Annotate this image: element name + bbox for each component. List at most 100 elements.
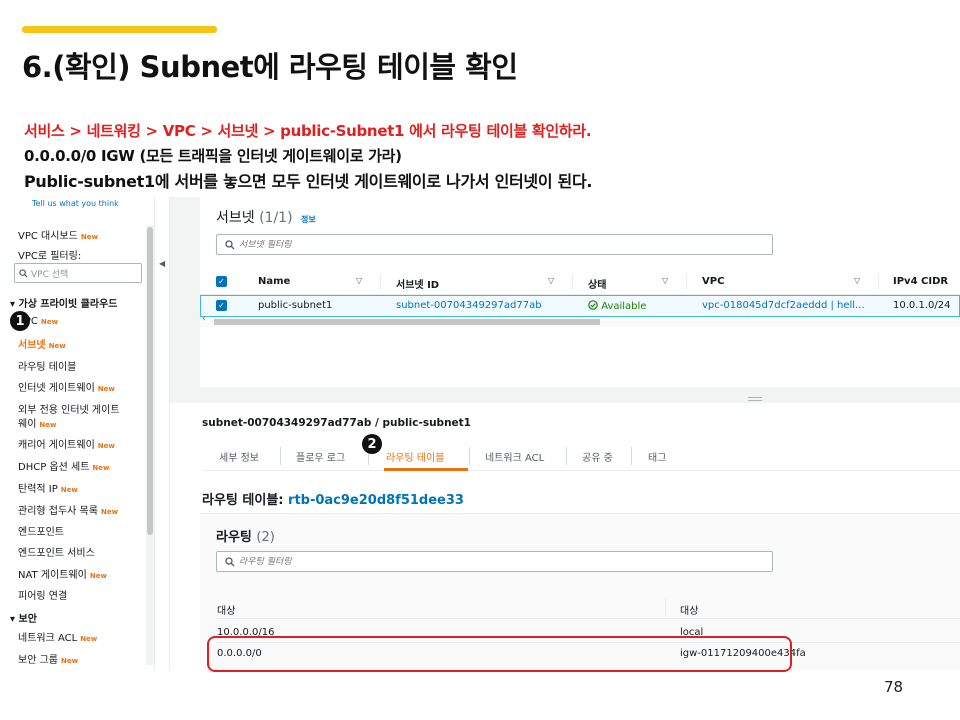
info-link[interactable]: 정보 [301,215,316,224]
sidebar-item-nat-gateways[interactable]: NAT 게이트웨이 New [18,566,107,581]
sidebar-item-carrier-gateways[interactable]: 캐리어 게이트웨이 New [18,436,115,451]
vpc-filter-label: VPC로 필터링: [18,251,82,262]
sort-icon[interactable]: ▽ [662,276,668,285]
sidebar-item-subnets[interactable]: 서브넷 New [18,336,66,351]
tab-details[interactable]: 세부 정보 [219,449,259,464]
vpc-select[interactable]: VPC 선택 [14,263,142,283]
sidebar-item-network-acls[interactable]: 네트워크 ACL New [18,629,97,644]
routes-title: 라우팅 [216,530,252,545]
column-header-vpc[interactable]: VPC [702,276,724,287]
table-row[interactable]: ✓ public-subnet1 subnet-00704349297ad77a… [200,295,960,317]
sidebar-item-vpc-dashboard[interactable]: VPC 대시보드 New [18,227,98,242]
cell-status: Available [588,300,646,312]
sidebar-item-label: 인터넷 게이트웨이 [18,383,95,394]
cell-name: public-subnet1 [258,300,333,311]
column-divider [686,274,687,290]
new-badge: New [97,442,115,450]
new-badge: New [80,233,98,241]
tab-flow-logs[interactable]: 플로우 로그 [296,449,345,464]
subnets-panel: 서브넷 (1/1) 정보 ✓ Name ▽ 서브넷 ID ▽ 상태 ▽ VPC … [200,197,960,387]
cell-subnet-id[interactable]: subnet-00704349297ad77ab [396,300,542,311]
sidebar-scrollbar[interactable] [146,225,154,665]
column-divider [380,274,381,290]
horizontal-scrollbar[interactable]: ‹ [200,314,960,327]
search-icon [225,556,235,566]
tab-separator [631,447,632,465]
sidebar-item-managed-prefix-lists[interactable]: 관리형 접두사 목록 New [18,502,118,517]
route-search-box[interactable] [216,551,773,572]
scroll-left-icon[interactable]: ‹ [202,314,206,324]
tab-sharing[interactable]: 공유 중 [582,449,613,464]
section-label: 보안 [18,614,37,625]
header-divider [216,618,960,619]
sidebar-item-label: 웨이 [18,419,37,430]
sort-icon[interactable]: ▽ [854,276,860,285]
route-table-heading: 라우팅 테이블: rtb-0ac9e20d8f51dee33 [202,489,464,508]
sidebar-item-label: 관리형 접두사 목록 [18,506,98,517]
sidebar-item-label: 보안 그룹 [18,655,58,666]
subnet-search-input[interactable] [239,239,539,250]
section-virtual-private-cloud[interactable]: ▾ 가상 프라이빗 클라우드 [10,295,117,310]
column-header-target[interactable]: 대상 [680,602,698,617]
column-header-ipv4-cidr[interactable]: IPv4 CIDR [893,276,948,287]
sidebar-item-egress-only-gateways[interactable]: 외부 전용 인터넷 게이트 [18,401,120,416]
sort-icon[interactable]: ▽ [356,276,362,285]
new-badge: New [92,464,110,472]
vpc-select-placeholder: VPC 선택 [31,269,69,280]
tab-tags[interactable]: 태그 [648,449,666,464]
sidebar-item-egress-only-gateways-cont[interactable]: 웨이 New [18,415,56,430]
sidebar-item-endpoints[interactable]: 엔드포인트 [18,523,64,538]
sidebar-item-internet-gateways[interactable]: 인터넷 게이트웨이 New [18,379,115,394]
active-tab-indicator [384,468,468,471]
step-badge-two: 2 [362,434,382,454]
cell-vpc[interactable]: vpc-018045d7dcf2aeddd | hell... [702,300,865,311]
feedback-link[interactable]: Tell us what you think [32,199,119,208]
panel-resize-handle[interactable] [748,397,762,401]
new-badge: New [97,385,115,393]
column-divider [572,274,573,290]
description-igw-route: 0.0.0.0/0 IGW (모든 트래픽을 인터넷 게이트웨이로 가라) [24,147,402,165]
sidebar-item-label: 탄력적 IP [18,484,58,495]
sidebar-item-label: 라우팅 테이블 [18,362,77,373]
new-badge: New [80,635,98,643]
sidebar-item-security-groups[interactable]: 보안 그룹 New [18,651,78,666]
column-header-subnet-id[interactable]: 서브넷 ID [396,276,439,291]
new-badge: New [60,657,79,665]
sidebar-item-endpoint-services[interactable]: 엔드포인트 서비스 [18,544,95,559]
section-label: 가상 프라이빗 클라우드 [18,299,118,310]
sidebar-scrollbar-thumb[interactable] [147,227,153,535]
sidebar-item-label: 피어링 연결 [18,591,68,602]
route-table-label: 라우팅 테이블: [202,493,284,508]
column-header-name[interactable]: Name [258,276,290,287]
page-number: 78 [884,678,904,696]
sidebar-item-elastic-ips[interactable]: 탄력적 IP New [18,480,78,495]
route-table-id-link[interactable]: rtb-0ac9e20d8f51dee33 [288,493,464,508]
route-search-input[interactable] [239,556,539,567]
sort-icon[interactable]: ▽ [548,276,554,285]
section-security[interactable]: ▾ 보안 [10,610,37,625]
vpc-sidebar: Tell us what you think VPC 대시보드 New VPC로 … [10,197,155,670]
sidebar-item-dhcp-options[interactable]: DHCP 옵션 세트 New [18,458,109,473]
slide-title: 6.(확인) Subnet에 라우팅 테이블 확인 [22,50,518,84]
subnet-search-box[interactable] [216,234,773,255]
collapse-left-icon[interactable]: ◀ [159,259,165,268]
status-text: Available [601,301,647,312]
subnets-count: (1/1) [259,210,293,226]
sidebar-item-route-tables[interactable]: 라우팅 테이블 [18,358,76,373]
select-all-checkbox[interactable]: ✓ [216,276,227,287]
horizontal-scrollbar-thumb[interactable] [214,319,600,325]
caret-down-icon: ▾ [10,299,19,310]
column-header-status[interactable]: 상태 [588,276,606,291]
subnet-details-title: subnet-00704349297ad77ab / public-subnet… [202,417,471,429]
tab-route-table[interactable]: 라우팅 테이블 [386,449,444,464]
column-header-destination[interactable]: 대상 [217,602,235,617]
tab-separator [566,447,567,465]
cell-ipv4-cidr: 10.0.1.0/24 [893,300,951,311]
igw-route-highlight [207,636,792,672]
row-checkbox[interactable]: ✓ [216,300,227,311]
sidebar-item-peering-connections[interactable]: 피어링 연결 [18,587,67,602]
new-badge: New [89,572,107,580]
subnets-title: 서브넷 [216,210,255,226]
description-navigation-path: 서비스 > 네트워킹 > VPC > 서브넷 > public-Subnet1 … [24,122,592,140]
tab-network-acl[interactable]: 네트워크 ACL [485,449,544,464]
